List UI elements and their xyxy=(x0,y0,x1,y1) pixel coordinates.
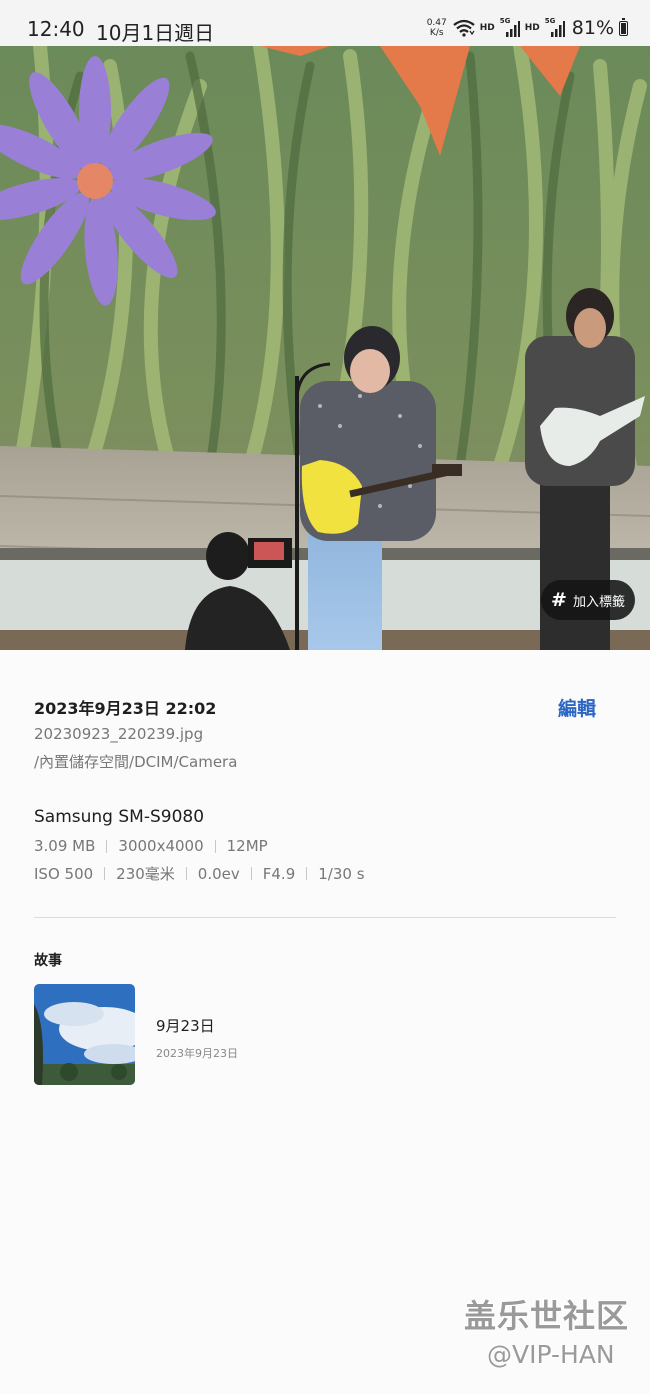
battery-icon xyxy=(619,17,628,36)
exposure-info-row: ISO 500 230毫米 0.0ev F4.9 1/30 s xyxy=(34,863,365,884)
separator xyxy=(214,839,216,853)
megapixels: 12MP xyxy=(226,837,268,855)
story-date: 2023年9月23日 xyxy=(156,1047,238,1060)
add-tag-label: 加入標籤 xyxy=(572,594,625,610)
aperture: F4.9 xyxy=(262,864,296,883)
status-time: 12:40 xyxy=(27,17,85,41)
watermark-community: 盖乐世社区 xyxy=(464,1297,630,1335)
shutter-speed: 1/30 s xyxy=(318,864,365,883)
file-path: /內置儲存空間/DCIM/Camera xyxy=(34,753,238,771)
photo-viewer[interactable]: # 加入標籤 xyxy=(0,46,650,650)
signal-icon-2: 5G xyxy=(544,17,565,38)
separator xyxy=(250,867,252,880)
iso: ISO 500 xyxy=(34,864,94,883)
section-divider xyxy=(34,917,616,918)
separator xyxy=(104,867,106,880)
resolution: 3000x4000 xyxy=(118,837,204,855)
edit-button[interactable]: 編輯 xyxy=(558,694,596,721)
status-icons: 0.47 K/s HD 5G HD 5G 81% xyxy=(426,14,628,42)
separator xyxy=(106,839,108,853)
signal-type-label-2: 5G xyxy=(544,17,556,25)
status-date: 10月1日週日 xyxy=(96,21,215,45)
photo-datetime: 2023年9月23日 22:02 xyxy=(34,699,217,718)
separator xyxy=(306,867,308,880)
focal-length: 230毫米 xyxy=(116,865,175,883)
hash-icon: # xyxy=(551,589,567,611)
exposure-bias: 0.0ev xyxy=(197,864,240,883)
separator xyxy=(185,867,187,880)
signal-icon: 5G xyxy=(499,17,520,38)
signal-type-label: 5G xyxy=(499,17,511,25)
battery-percent: 81% xyxy=(571,17,614,39)
watermark-user: @VIP-HAN xyxy=(487,1340,615,1369)
network-speed: 0.47 K/s xyxy=(426,18,448,38)
story-title: 9月23日 xyxy=(156,1017,215,1035)
wifi-icon xyxy=(453,19,475,37)
concert-photo xyxy=(0,46,650,650)
file-size: 3.09 MB xyxy=(34,837,96,855)
stories-heading: 故事 xyxy=(34,953,62,969)
story-thumbnail xyxy=(34,984,135,1085)
add-tag-button[interactable]: # 加入標籤 xyxy=(541,580,635,620)
network-speed-unit: K/s xyxy=(429,28,444,38)
hd-label: HD xyxy=(479,23,495,33)
device-model: Samsung SM-S9080 xyxy=(34,807,205,827)
story-card[interactable]: 9月23日 2023年9月23日 xyxy=(34,984,434,1086)
hd-label-2: HD xyxy=(524,23,540,33)
file-name: 20230923_220239.jpg xyxy=(34,725,204,743)
network-speed-value: 0.47 xyxy=(426,18,447,28)
status-bar: 12:40 10月1日週日 0.47 K/s HD 5G HD 5G 81% xyxy=(0,0,650,46)
file-info-row: 3.09 MB 3000x4000 12MP xyxy=(34,837,268,855)
